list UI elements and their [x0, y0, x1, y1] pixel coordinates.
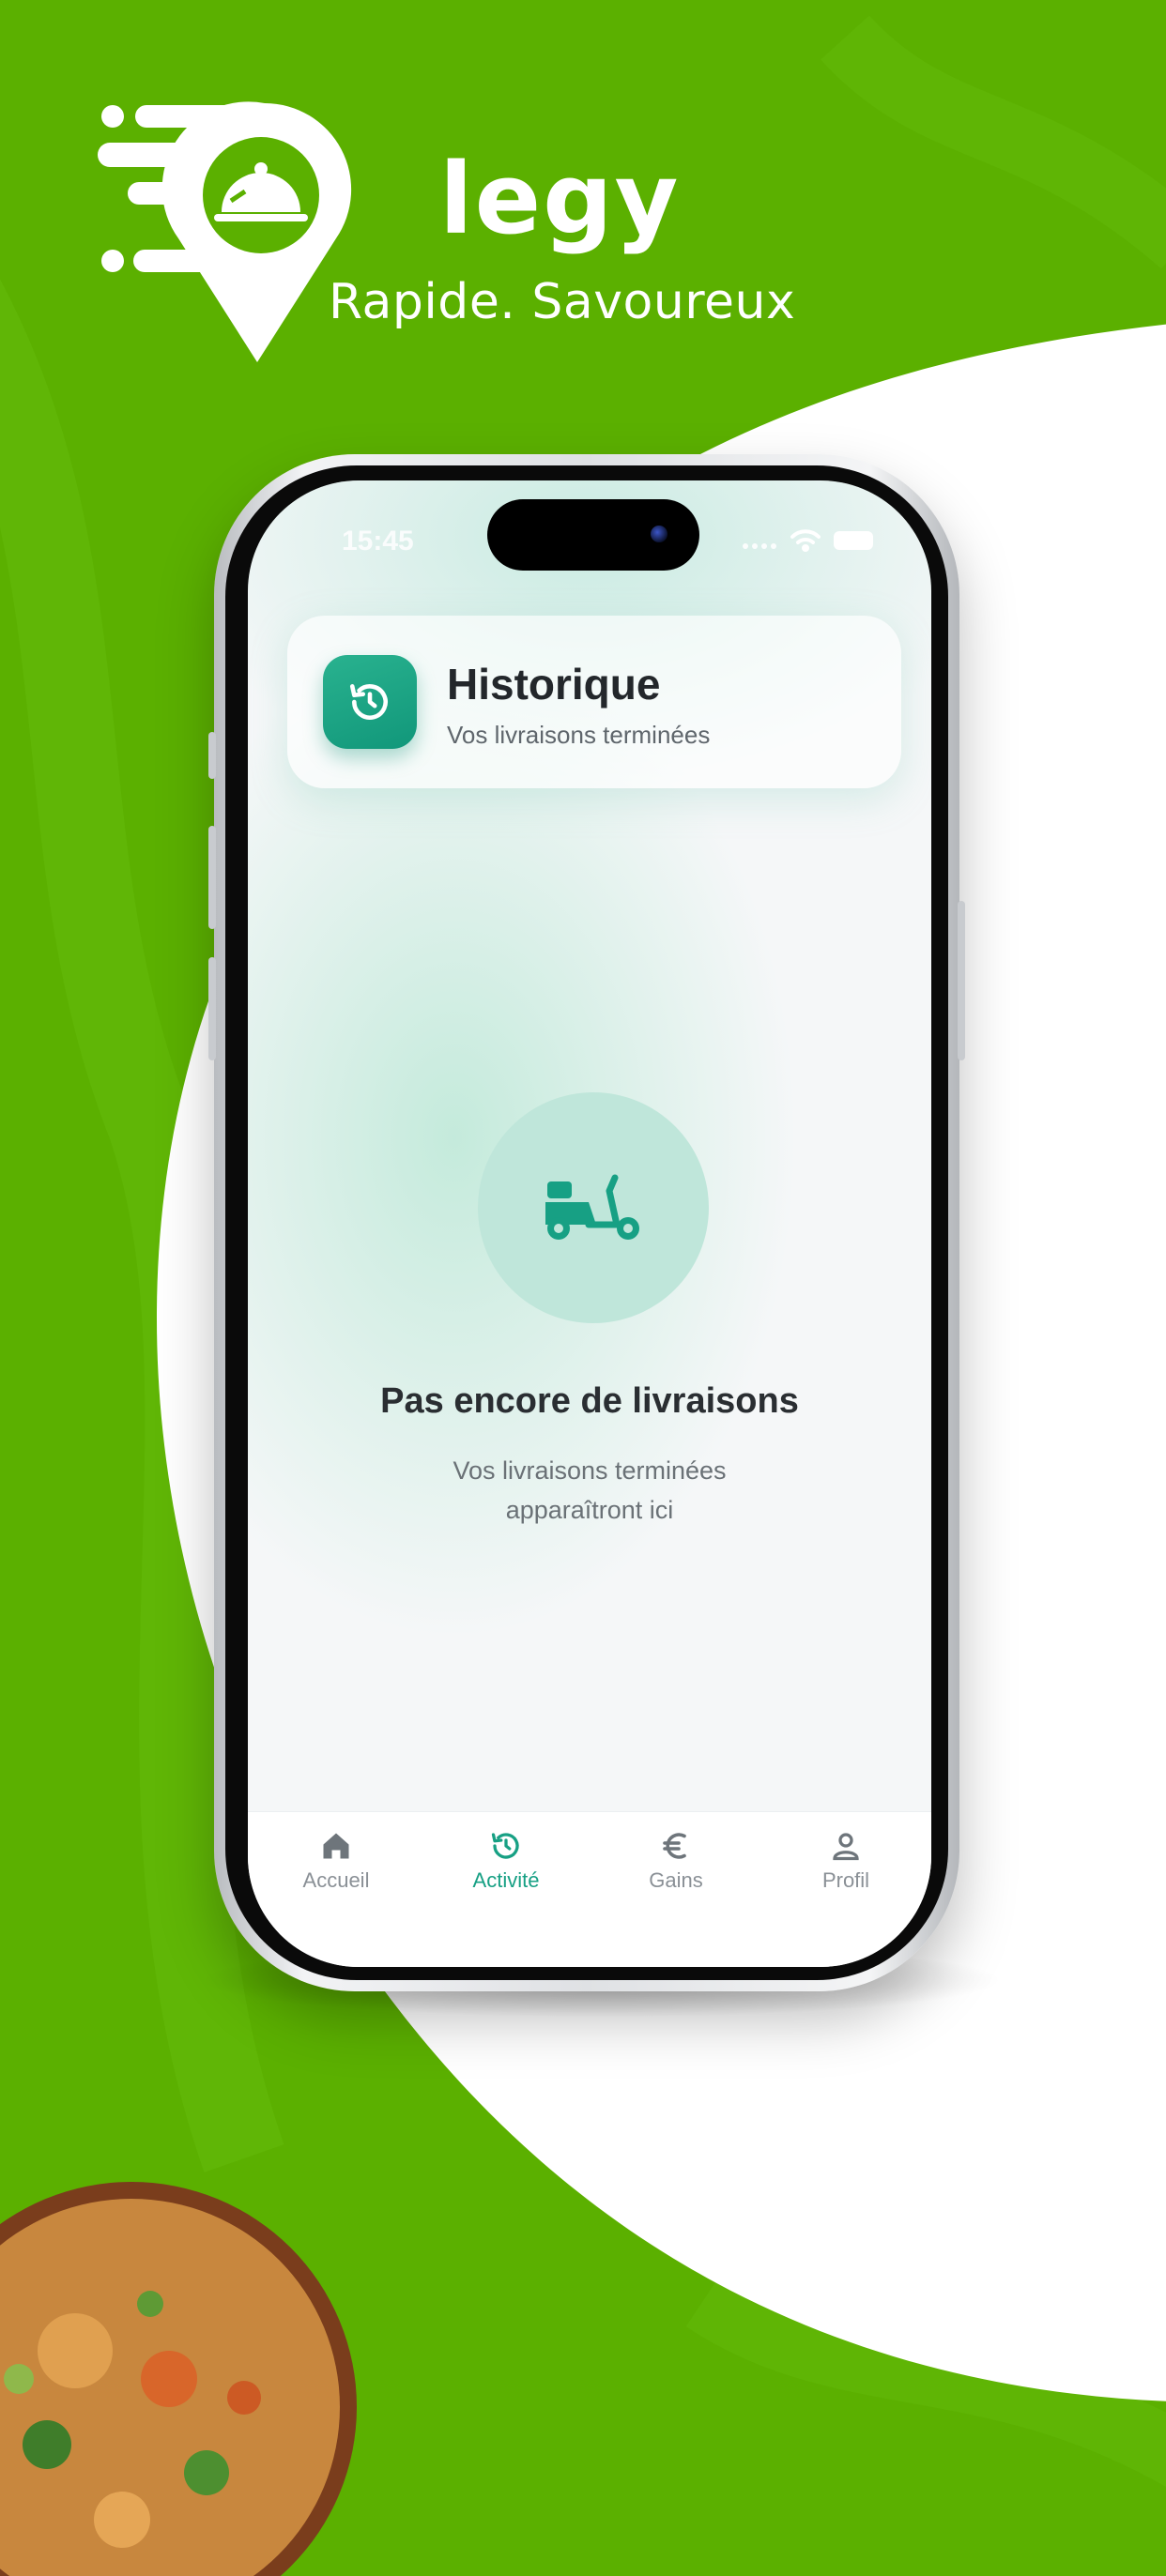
empty-state-title: Pas encore de livraisons — [380, 1381, 799, 1421]
brand-name: legy — [439, 142, 681, 256]
home-icon — [323, 1833, 349, 1859]
tab-bar: Accueil Activité Gains Profil — [248, 1811, 931, 1967]
tab-gains[interactable]: Gains — [610, 1829, 742, 1913]
history-icon — [491, 1833, 519, 1859]
tab-activite[interactable]: Activité — [440, 1829, 572, 1913]
dynamic-island — [487, 499, 699, 571]
tab-accueil[interactable]: Accueil — [270, 1829, 402, 1913]
tab-label: Accueil — [302, 1868, 370, 1892]
signal-icon — [743, 543, 776, 549]
brand-logo — [98, 101, 352, 362]
page-title: Historique — [447, 660, 661, 709]
empty-state-illustration — [478, 1092, 709, 1323]
header-card: Historique Vos livraisons terminées — [287, 616, 901, 788]
phone-side-button — [208, 732, 216, 779]
page-subtitle: Vos livraisons terminées — [447, 721, 711, 749]
status-time: 15:45 — [342, 526, 414, 556]
tab-profil[interactable]: Profil — [780, 1829, 912, 1913]
food-bowl-image — [0, 2182, 357, 2576]
euro-icon — [663, 1833, 686, 1859]
tab-label: Profil — [821, 1868, 870, 1892]
battery-icon — [834, 531, 873, 550]
phone-side-button — [208, 957, 216, 1060]
phone-side-button — [958, 901, 965, 1060]
status-icons — [743, 529, 873, 552]
user-icon — [833, 1833, 859, 1861]
phone-side-button — [208, 826, 216, 929]
wifi-icon — [790, 529, 821, 552]
empty-state-description: Vos livraisons terminées apparaîtront ic… — [453, 1456, 727, 1524]
camera-icon — [651, 526, 667, 542]
tab-label: Activité — [472, 1868, 540, 1892]
scooter-icon — [545, 1174, 639, 1240]
app-screen: 15:45 Historique Vos livraisons terminée… — [248, 480, 931, 1967]
tab-label: Gains — [649, 1868, 703, 1892]
history-icon — [323, 655, 417, 749]
brand-tagline: Rapide. Savoureux — [329, 274, 796, 330]
